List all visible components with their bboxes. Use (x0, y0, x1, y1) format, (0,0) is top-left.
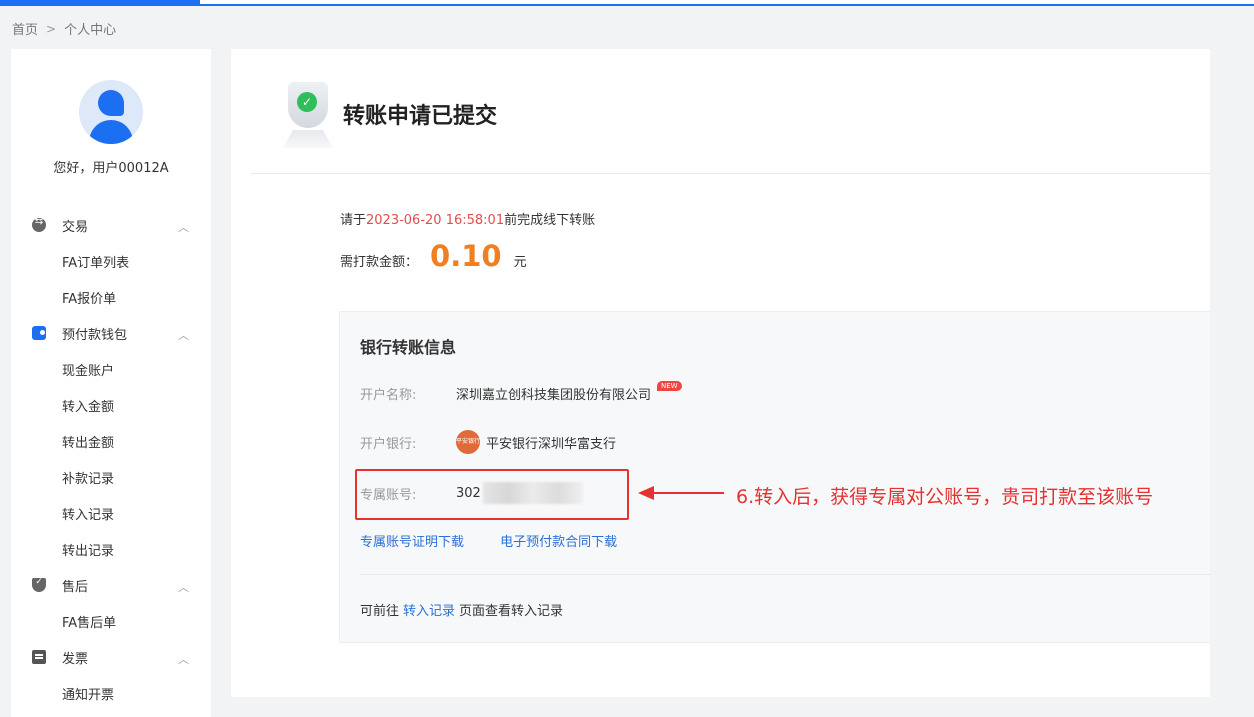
avatar[interactable] (79, 80, 143, 144)
exchange-icon (32, 216, 46, 232)
deposit-records-link[interactable]: 转入记录 (403, 604, 455, 619)
menu-group-aftersale[interactable]: 售后 ︿ (11, 567, 211, 603)
invoice-icon (32, 650, 46, 664)
highlight-box (355, 469, 629, 520)
sidebar-menu: 交易 ︿ FA订单列表 FA报价单 预付款钱包 ︿ 现金账户 转入金额 转出金额… (11, 207, 211, 711)
sidebar-item-withdraw-records[interactable]: 转出记录 (11, 531, 211, 567)
amount-value: 0.10 (430, 239, 502, 273)
menu-group-trade[interactable]: 交易 ︿ (11, 207, 211, 243)
amount-row: 需打款金额： 0.10 元 (340, 239, 527, 273)
breadcrumb: 首页 > 个人中心 (12, 19, 117, 39)
download-links: 专属账号证明下载 电子预付款合同下载 (360, 531, 649, 550)
chevron-up-icon: ︿ (178, 653, 189, 666)
divider (360, 574, 1211, 575)
sidebar-item-notify-invoice[interactable]: 通知开票 (11, 675, 211, 711)
account-name-row: 开户名称: 深圳嘉立创科技集团股份有限公司 NEW (360, 380, 682, 403)
footer-note: 可前往 转入记录 页面查看转入记录 (360, 600, 563, 619)
user-greeting: 您好，用户00012A (53, 161, 169, 176)
account-name-label: 开户名称: (360, 388, 417, 403)
deadline-time: 2023-06-20 16:58:01 (366, 213, 505, 228)
bank-name-value: 平安银行深圳华富支行 (486, 436, 617, 452)
menu-group-label: 售后 (62, 579, 89, 595)
bank-label: 开户银行: (360, 436, 417, 452)
bank-transfer-card: 银行转账信息 开户名称: 深圳嘉立创科技集团股份有限公司 NEW 开户银行: 平… (339, 311, 1211, 643)
divider (251, 173, 1210, 174)
chevron-up-icon: ︿ (178, 221, 189, 234)
chevron-up-icon: ︿ (178, 581, 189, 594)
page-title: 转账申请已提交 (343, 104, 498, 129)
chevron-right-icon: > (46, 21, 57, 36)
menu-group-label: 交易 (62, 219, 89, 235)
top-nav-active-tab[interactable] (0, 0, 200, 6)
bank-logo-icon: 平安银行 (456, 430, 480, 454)
wallet-icon (32, 326, 46, 340)
sidebar-item-deposit-records[interactable]: 转入记录 (11, 495, 211, 531)
prepayment-contract-download-link[interactable]: 电子预付款合同下载 (500, 535, 617, 550)
amount-unit: 元 (513, 255, 527, 270)
sidebar-item-fa-quotes[interactable]: FA报价单 (11, 279, 211, 315)
sidebar: 您好，用户00012A 交易 ︿ FA订单列表 FA报价单 预付款钱包 ︿ 现金… (11, 49, 211, 717)
sidebar-item-supplement-records[interactable]: 补款记录 (11, 459, 211, 495)
footer-suffix: 页面查看转入记录 (459, 604, 564, 619)
shield-icon (32, 577, 46, 592)
breadcrumb-current: 个人中心 (64, 23, 117, 38)
annotation-arrow-icon (638, 486, 724, 500)
bank-row: 开户银行: 平安银行 平安银行深圳华富支行 (360, 430, 616, 454)
sidebar-item-deposit-amount[interactable]: 转入金额 (11, 387, 211, 423)
menu-group-wallet[interactable]: 预付款钱包 ︿ (11, 315, 211, 351)
menu-group-label: 发票 (62, 651, 89, 667)
menu-group-invoice[interactable]: 发票 ︿ (11, 639, 211, 675)
sidebar-item-fa-orders[interactable]: FA订单列表 (11, 243, 211, 279)
chevron-up-icon: ︿ (178, 329, 189, 342)
footer-prefix: 可前往 (360, 604, 400, 619)
main-panel: ✓ 转账申请已提交 请于2023-06-20 16:58:01前完成线下转账 需… (231, 49, 1211, 697)
sidebar-item-withdraw-amount[interactable]: 转出金额 (11, 423, 211, 459)
deadline-suffix: 前完成线下转账 (504, 213, 596, 228)
success-shield-icon: ✓ (283, 76, 333, 150)
account-name-value: 深圳嘉立创科技集团股份有限公司 (456, 388, 652, 403)
sidebar-item-cash-account[interactable]: 现金账户 (11, 351, 211, 387)
annotation-text: 6.转入后，获得专属对公账号，贵司打款至该账号 (736, 486, 1154, 508)
menu-group-label: 预付款钱包 (62, 327, 128, 343)
new-badge: NEW (657, 380, 682, 391)
top-nav-bar (0, 0, 1254, 6)
account-certificate-download-link[interactable]: 专属账号证明下载 (360, 535, 464, 550)
card-title: 银行转账信息 (360, 338, 457, 357)
deadline-prefix: 请于 (340, 213, 367, 228)
amount-label: 需打款金额： (340, 255, 419, 270)
breadcrumb-home[interactable]: 首页 (12, 19, 38, 38)
deadline-text: 请于2023-06-20 16:58:01前完成线下转账 (340, 209, 595, 228)
sidebar-item-fa-aftersale[interactable]: FA售后单 (11, 603, 211, 639)
